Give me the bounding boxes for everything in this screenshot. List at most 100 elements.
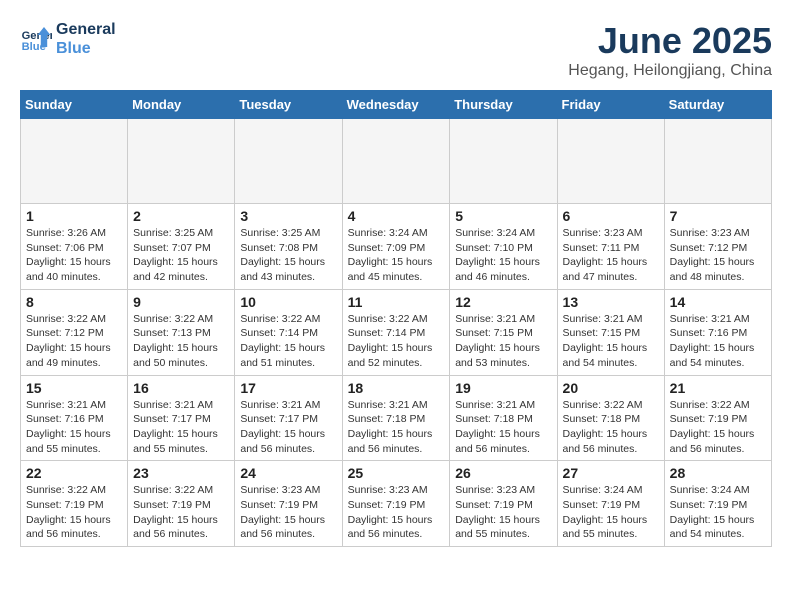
day-info: Sunrise: 3:23 AMSunset: 7:12 PMDaylight:… (670, 226, 766, 285)
calendar-cell (235, 119, 342, 204)
day-number: 6 (563, 208, 659, 224)
day-number: 1 (26, 208, 122, 224)
day-number: 9 (133, 294, 229, 310)
day-info: Sunrise: 3:22 AMSunset: 7:19 PMDaylight:… (133, 483, 229, 542)
day-number: 7 (670, 208, 766, 224)
day-number: 4 (348, 208, 445, 224)
calendar-cell: 10 Sunrise: 3:22 AMSunset: 7:14 PMDayligh… (235, 289, 342, 375)
week-row-4: 15 Sunrise: 3:21 AMSunset: 7:16 PMDayligh… (21, 375, 772, 461)
day-info: Sunrise: 3:24 AMSunset: 7:19 PMDaylight:… (670, 483, 766, 542)
day-number: 20 (563, 380, 659, 396)
calendar-cell: 26Sunrise: 3:23 AMSunset: 7:19 PMDayligh… (450, 461, 557, 547)
day-info: Sunrise: 3:26 AMSunset: 7:06 PMDaylight:… (26, 226, 122, 285)
day-info: Sunrise: 3:21 AMSunset: 7:18 PMDaylight:… (455, 398, 551, 457)
day-number: 3 (240, 208, 336, 224)
day-number: 17 (240, 380, 336, 396)
calendar-cell (21, 119, 128, 204)
logo-icon: General Blue (20, 23, 52, 55)
day-number: 14 (670, 294, 766, 310)
day-info: Sunrise: 3:22 AMSunset: 7:19 PMDaylight:… (670, 398, 766, 457)
calendar-cell: 16 Sunrise: 3:21 AMSunset: 7:17 PMDayligh… (128, 375, 235, 461)
day-number: 15 (26, 380, 122, 396)
day-number: 19 (455, 380, 551, 396)
day-info: Sunrise: 3:22 AMSunset: 7:14 PMDaylight:… (240, 312, 336, 371)
logo-blue: Blue (56, 39, 116, 58)
day-info: Sunrise: 3:22 AMSunset: 7:14 PMDaylight:… (348, 312, 445, 371)
calendar-cell: 22Sunrise: 3:22 AMSunset: 7:19 PMDayligh… (21, 461, 128, 547)
col-monday: Monday (128, 91, 235, 119)
day-number: 24 (240, 465, 336, 481)
col-wednesday: Wednesday (342, 91, 450, 119)
day-info: Sunrise: 3:24 AMSunset: 7:09 PMDaylight:… (348, 226, 445, 285)
calendar-cell: 14 Sunrise: 3:21 AMSunset: 7:16 PMDayligh… (664, 289, 771, 375)
col-thursday: Thursday (450, 91, 557, 119)
calendar-cell: 4 Sunrise: 3:24 AMSunset: 7:09 PMDaylight… (342, 204, 450, 290)
col-sunday: Sunday (21, 91, 128, 119)
calendar-cell: 17 Sunrise: 3:21 AMSunset: 7:17 PMDayligh… (235, 375, 342, 461)
calendar-cell: 24 Sunrise: 3:23 AMSunset: 7:19 PMDayligh… (235, 461, 342, 547)
calendar-cell: 12 Sunrise: 3:21 AMSunset: 7:15 PMDayligh… (450, 289, 557, 375)
day-info: Sunrise: 3:24 AMSunset: 7:19 PMDaylight:… (563, 483, 659, 542)
day-info: Sunrise: 3:21 AMSunset: 7:16 PMDaylight:… (670, 312, 766, 371)
day-number: 11 (348, 294, 445, 310)
calendar-cell: 8 Sunrise: 3:22 AMSunset: 7:12 PMDaylight… (21, 289, 128, 375)
calendar-cell: 5Sunrise: 3:24 AMSunset: 7:10 PMDaylight… (450, 204, 557, 290)
day-number: 12 (455, 294, 551, 310)
week-row-2: 1 Sunrise: 3:26 AMSunset: 7:06 PMDaylight… (21, 204, 772, 290)
location-title: Hegang, Heilongjiang, China (568, 62, 772, 80)
day-info: Sunrise: 3:25 AMSunset: 7:07 PMDaylight:… (133, 226, 229, 285)
day-info: Sunrise: 3:22 AMSunset: 7:13 PMDaylight:… (133, 312, 229, 371)
day-info: Sunrise: 3:23 AMSunset: 7:11 PMDaylight:… (563, 226, 659, 285)
day-number: 27 (563, 465, 659, 481)
header: General Blue General Blue June 2025 Hega… (20, 20, 772, 80)
calendar-cell: 28 Sunrise: 3:24 AMSunset: 7:19 PMDayligh… (664, 461, 771, 547)
col-friday: Friday (557, 91, 664, 119)
calendar-cell: 19 Sunrise: 3:21 AMSunset: 7:18 PMDayligh… (450, 375, 557, 461)
day-info: Sunrise: 3:21 AMSunset: 7:17 PMDaylight:… (240, 398, 336, 457)
day-info: Sunrise: 3:21 AMSunset: 7:16 PMDaylight:… (26, 398, 122, 457)
week-row-5: 22Sunrise: 3:22 AMSunset: 7:19 PMDayligh… (21, 461, 772, 547)
day-info: Sunrise: 3:21 AMSunset: 7:18 PMDaylight:… (348, 398, 445, 457)
calendar-cell: 15 Sunrise: 3:21 AMSunset: 7:16 PMDayligh… (21, 375, 128, 461)
day-info: Sunrise: 3:22 AMSunset: 7:18 PMDaylight:… (563, 398, 659, 457)
day-number: 18 (348, 380, 445, 396)
day-info: Sunrise: 3:21 AMSunset: 7:17 PMDaylight:… (133, 398, 229, 457)
day-number: 10 (240, 294, 336, 310)
calendar-cell (128, 119, 235, 204)
col-saturday: Saturday (664, 91, 771, 119)
week-row-3: 8 Sunrise: 3:22 AMSunset: 7:12 PMDaylight… (21, 289, 772, 375)
calendar-cell (664, 119, 771, 204)
day-info: Sunrise: 3:21 AMSunset: 7:15 PMDaylight:… (563, 312, 659, 371)
day-number: 8 (26, 294, 122, 310)
calendar-header-row: Sunday Monday Tuesday Wednesday Thursday… (21, 91, 772, 119)
day-number: 23 (133, 465, 229, 481)
calendar-cell: 2 Sunrise: 3:25 AMSunset: 7:07 PMDaylight… (128, 204, 235, 290)
calendar-cell: 1 Sunrise: 3:26 AMSunset: 7:06 PMDaylight… (21, 204, 128, 290)
day-number: 28 (670, 465, 766, 481)
day-info: Sunrise: 3:23 AMSunset: 7:19 PMDaylight:… (348, 483, 445, 542)
day-number: 21 (670, 380, 766, 396)
day-number: 16 (133, 380, 229, 396)
day-info: Sunrise: 3:24 AMSunset: 7:10 PMDaylight:… (455, 226, 551, 285)
day-number: 2 (133, 208, 229, 224)
day-number: 13 (563, 294, 659, 310)
calendar-cell (557, 119, 664, 204)
week-row-1 (21, 119, 772, 204)
calendar-cell: 11 Sunrise: 3:22 AMSunset: 7:14 PMDayligh… (342, 289, 450, 375)
day-info: Sunrise: 3:23 AMSunset: 7:19 PMDaylight:… (240, 483, 336, 542)
logo: General Blue General Blue (20, 20, 116, 58)
calendar-cell: 7 Sunrise: 3:23 AMSunset: 7:12 PMDaylight… (664, 204, 771, 290)
calendar-cell (450, 119, 557, 204)
day-info: Sunrise: 3:21 AMSunset: 7:15 PMDaylight:… (455, 312, 551, 371)
day-info: Sunrise: 3:23 AMSunset: 7:19 PMDaylight:… (455, 483, 551, 542)
calendar-cell: 13 Sunrise: 3:21 AMSunset: 7:15 PMDayligh… (557, 289, 664, 375)
calendar: Sunday Monday Tuesday Wednesday Thursday… (20, 90, 772, 547)
calendar-cell: 23 Sunrise: 3:22 AMSunset: 7:19 PMDayligh… (128, 461, 235, 547)
calendar-cell: 9 Sunrise: 3:22 AMSunset: 7:13 PMDaylight… (128, 289, 235, 375)
logo-general: General (56, 20, 116, 39)
day-info: Sunrise: 3:22 AMSunset: 7:12 PMDaylight:… (26, 312, 122, 371)
calendar-cell: 21 Sunrise: 3:22 AMSunset: 7:19 PMDayligh… (664, 375, 771, 461)
calendar-cell: 3Sunrise: 3:25 AMSunset: 7:08 PMDaylight… (235, 204, 342, 290)
col-tuesday: Tuesday (235, 91, 342, 119)
calendar-cell: 25Sunrise: 3:23 AMSunset: 7:19 PMDayligh… (342, 461, 450, 547)
